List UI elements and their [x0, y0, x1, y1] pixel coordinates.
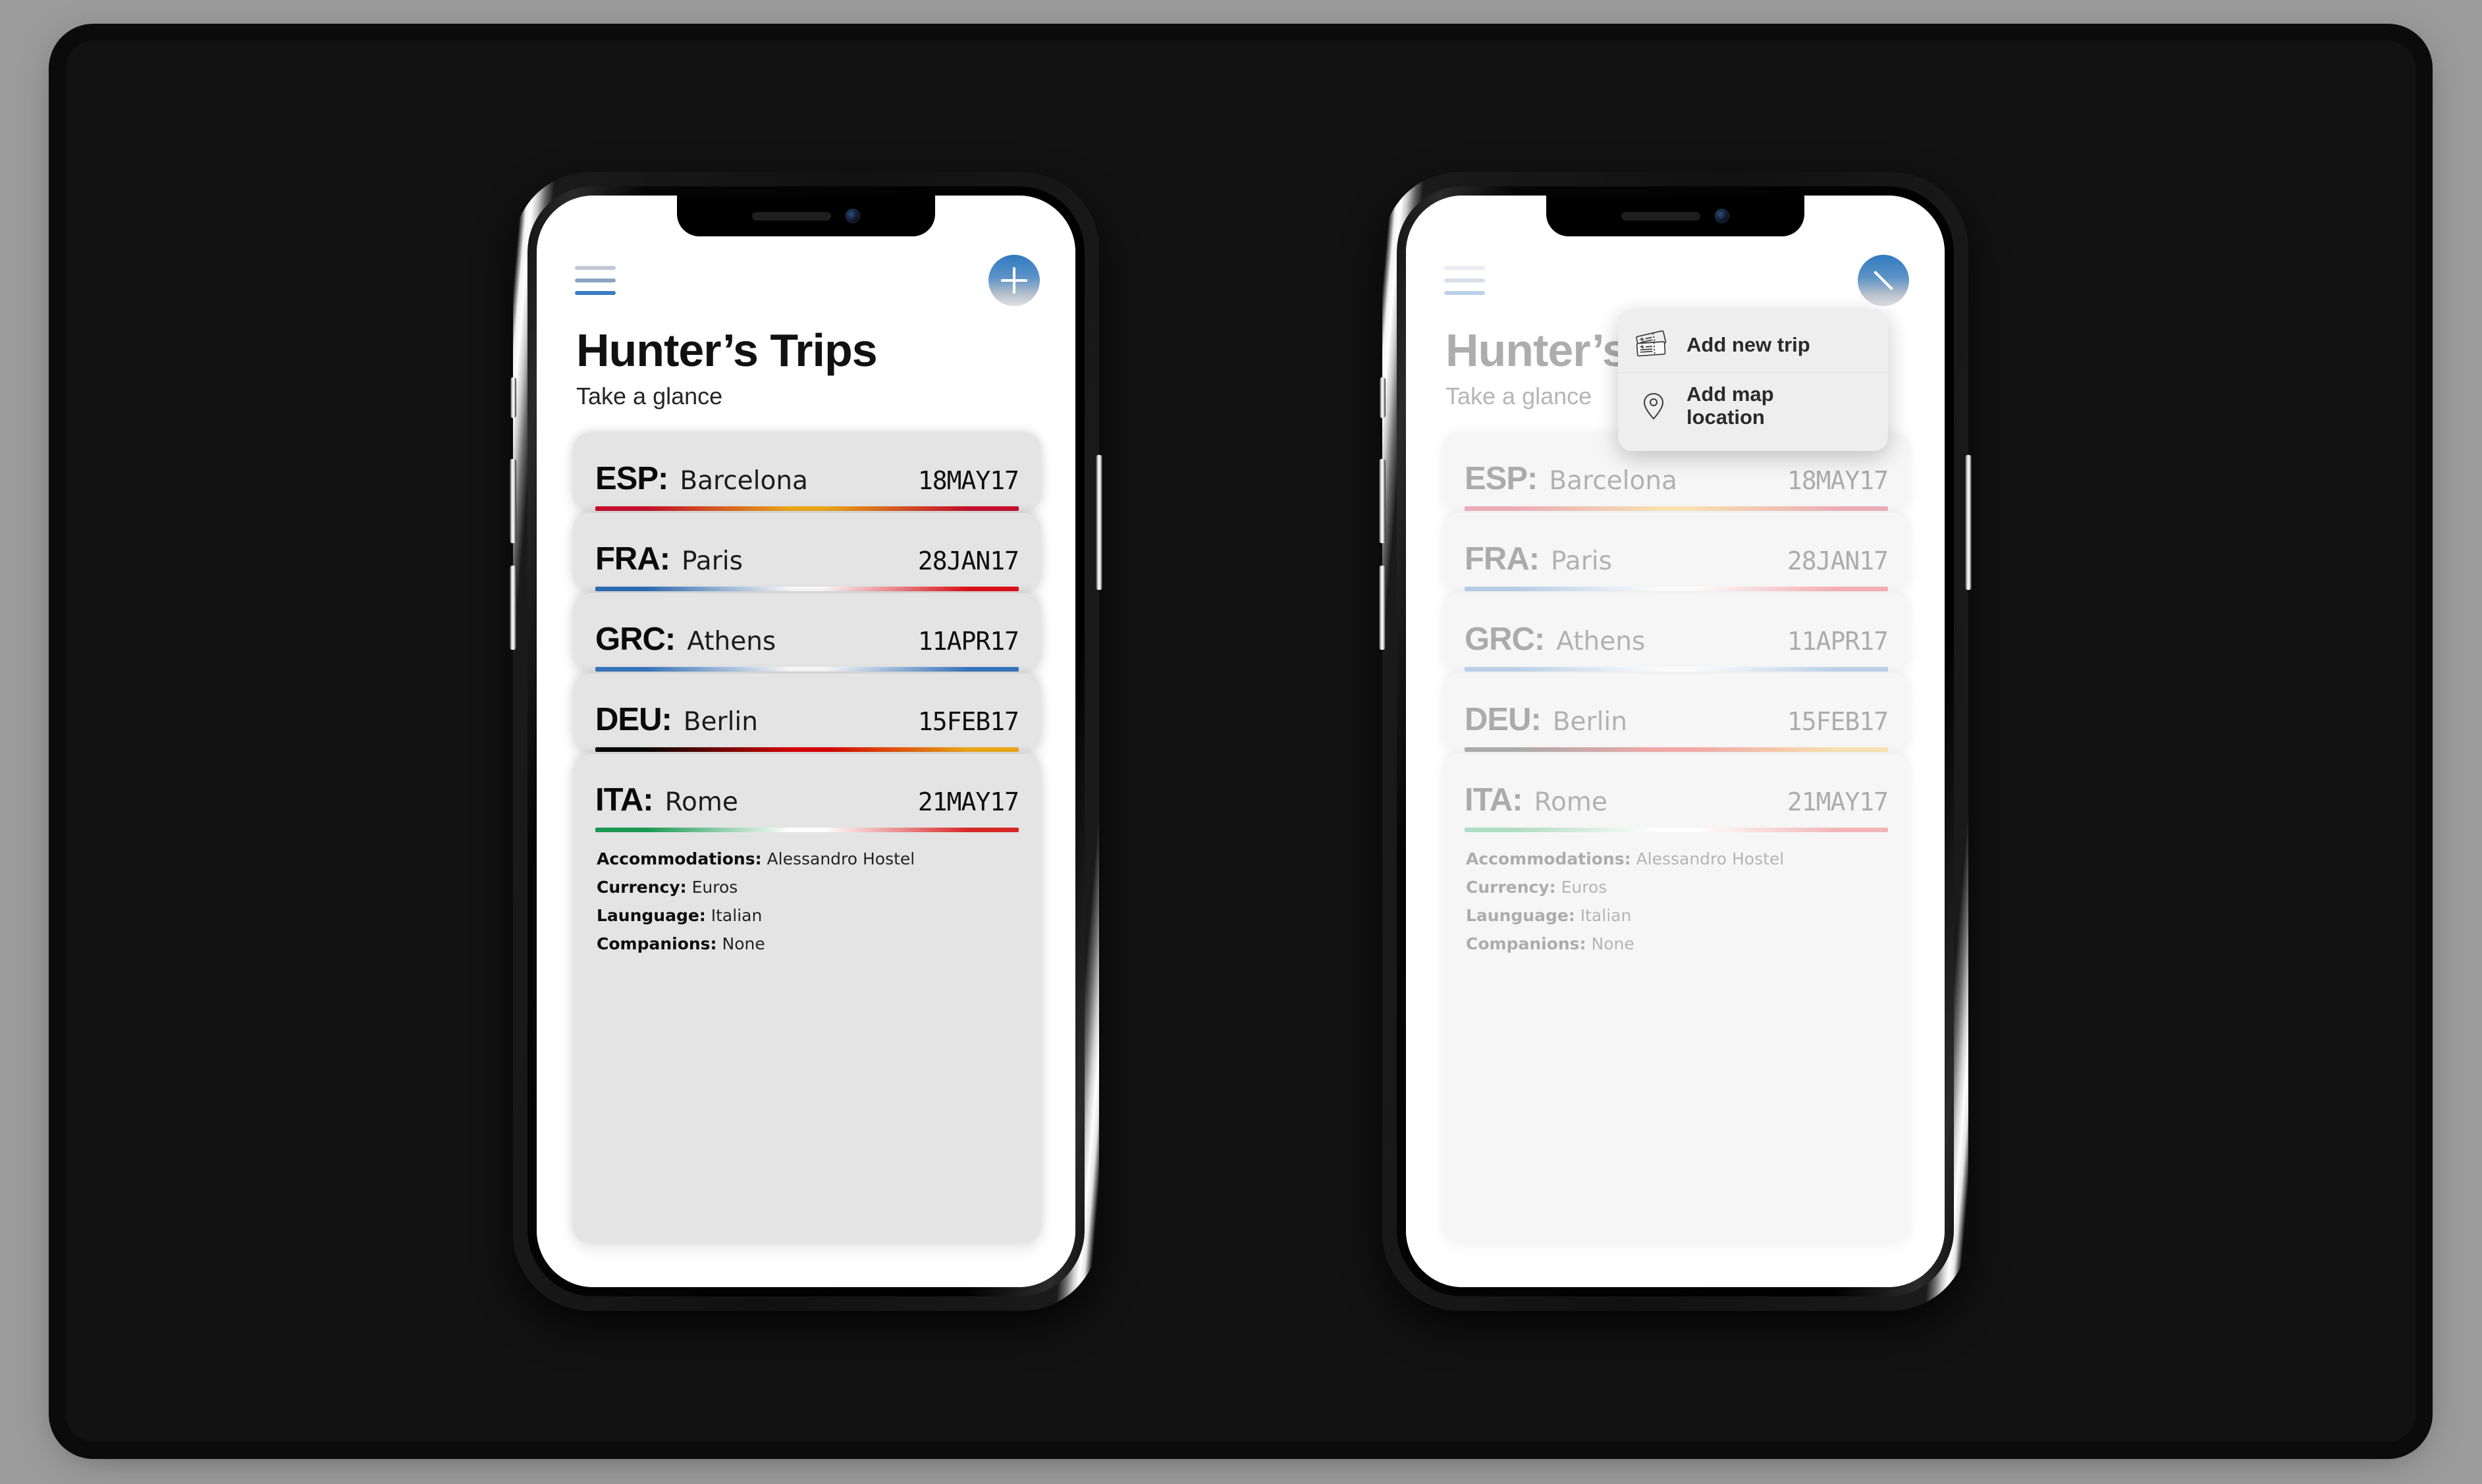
trip-detail-label: Currency:	[597, 878, 687, 897]
earpiece-speaker-icon	[1621, 211, 1700, 221]
hamburger-icon[interactable]	[575, 266, 616, 295]
app-topbar	[1444, 253, 1909, 307]
close-menu-button[interactable]	[1858, 255, 1909, 306]
trip-date: 21MAY17	[917, 787, 1019, 816]
trip-detail-row: Currency: Euros	[597, 878, 1017, 897]
phone-notch	[677, 196, 935, 236]
trip-country-code: GRC:	[595, 622, 676, 657]
silent-switch-button[interactable]	[510, 377, 516, 418]
trip-detail-label: Accommodations:	[597, 849, 762, 868]
trip-city: Rome	[664, 787, 738, 817]
trip-date: 11APR17	[917, 627, 1019, 656]
trip-date: 28JAN17	[917, 546, 1019, 575]
page-title: Hunter’s Trips	[576, 325, 878, 376]
add-trip-button[interactable]	[988, 255, 1040, 306]
trip-card[interactable]: ESP: Barcelona 18MAY17	[573, 433, 1041, 511]
trip-flag-bar	[595, 828, 1019, 832]
front-camera-icon	[846, 209, 860, 223]
plus-icon	[1001, 267, 1027, 294]
trip-card-header: GRC: Athens 11APR17	[595, 621, 1019, 658]
front-camera-icon	[1715, 209, 1729, 223]
trip-card-header: DEU: Berlin 15FEB17	[595, 701, 1019, 738]
hamburger-icon[interactable]	[1444, 266, 1485, 295]
trip-details: Accommodations: Alessandro Hostel Currenc…	[595, 832, 1019, 982]
tickets-icon	[1635, 329, 1672, 361]
trip-detail-value: Italian	[705, 906, 763, 925]
trip-flag-bar	[595, 506, 1019, 511]
trip-card-header: FRA: Paris 28JAN17	[595, 541, 1019, 577]
trip-flag-bar	[595, 747, 1019, 752]
trip-date: 15FEB17	[917, 707, 1019, 736]
trip-date: 18MAY17	[917, 466, 1019, 495]
silent-switch-button[interactable]	[1380, 377, 1386, 418]
trip-detail-label: Companions:	[597, 934, 717, 953]
volume-down-button[interactable]	[510, 566, 516, 650]
page-subtitle: Take a glance	[576, 383, 723, 410]
phone-left: Hunter’s Trips Take a glance ESP: Barcelo…	[510, 172, 1102, 1311]
earpiece-speaker-icon	[752, 211, 831, 221]
trip-flag-bar	[595, 587, 1019, 591]
trip-country-code: DEU:	[595, 702, 672, 737]
trip-country-code: FRA:	[595, 541, 670, 577]
volume-down-button[interactable]	[1379, 566, 1386, 650]
hamburger-bar-2	[1444, 278, 1485, 282]
menu-item-add-map-location[interactable]: Add map location	[1618, 372, 1888, 439]
page-title-block: Hunter’s Trips Take a glance	[576, 325, 878, 410]
stage-panel: Hunter’s Trips Take a glance ESP: Barcelo…	[66, 41, 2415, 1442]
trip-detail-row: Companions: None	[597, 934, 1017, 953]
trip-country-code: ITA:	[595, 782, 654, 818]
trip-city: Paris	[682, 546, 743, 576]
map-pin-icon	[1635, 390, 1672, 423]
trips-app-screen: Hunter’s Trips Take a glance ESP: Barcelo…	[537, 196, 1075, 1287]
trip-flag-bar	[595, 667, 1019, 672]
phone-notch	[1546, 196, 1804, 236]
trip-card-header: ESP: Barcelona 18MAY17	[595, 460, 1019, 497]
volume-up-button[interactable]	[1379, 459, 1386, 543]
close-icon	[1871, 268, 1896, 293]
trip-detail-row: Accommodations: Alessandro Hostel	[597, 849, 1017, 868]
trip-card-stack: ESP: Barcelona 18MAY17 FRA: Paris 28JAN17 GRC:…	[573, 433, 1041, 1242]
trip-country-code: ESP:	[595, 461, 668, 496]
hamburger-bar-1	[1444, 266, 1485, 270]
trip-detail-value: None	[716, 934, 765, 953]
trip-card[interactable]: DEU: Berlin 15FEB17	[573, 674, 1041, 752]
trip-city: Barcelona	[680, 466, 808, 496]
trip-card-header: ITA: Rome 21MAY17	[595, 782, 1019, 818]
menu-item-label: Add new trip	[1686, 332, 1810, 356]
trip-card[interactable]: GRC: Athens 11APR17	[573, 593, 1041, 672]
app-topbar	[575, 253, 1040, 307]
menu-item-add-new-trip[interactable]: Add new trip	[1618, 318, 1888, 372]
menu-item-label: Add map location	[1686, 383, 1774, 429]
trip-card[interactable]: FRA: Paris 28JAN17	[573, 513, 1041, 591]
trip-detail-value: Alessandro Hostel	[761, 849, 915, 868]
phone-right: Hunter’s Trips Take a glance ESP:Barcelo…	[1379, 172, 1972, 1311]
trip-detail-label: Launguage:	[597, 906, 706, 925]
power-button[interactable]	[1096, 455, 1102, 590]
hamburger-bar-3	[575, 291, 616, 295]
trip-detail-row: Launguage: Italian	[597, 906, 1017, 925]
hamburger-bar-1	[575, 266, 616, 270]
power-button[interactable]	[1965, 455, 1972, 590]
trip-card[interactable]: ITA: Rome 21MAY17 Accommodations: Alessandr…	[573, 754, 1041, 1242]
hamburger-bar-3	[1444, 291, 1485, 295]
phone-screen-right: Hunter’s Trips Take a glance ESP:Barcelo…	[1406, 196, 1945, 1287]
add-menu-popover: Add new trip Add map location	[1618, 309, 1888, 452]
phone-pair: Hunter’s Trips Take a glance ESP: Barcelo…	[66, 41, 2415, 1442]
trips-app-screen-menu-open: Hunter’s Trips Take a glance ESP:Barcelo…	[1406, 196, 1945, 1287]
trip-city: Berlin	[683, 707, 758, 737]
trip-city: Athens	[687, 627, 776, 656]
phone-screen-left: Hunter’s Trips Take a glance ESP: Barcelo…	[537, 196, 1075, 1287]
trip-detail-value: Euros	[686, 878, 738, 897]
volume-up-button[interactable]	[510, 459, 516, 543]
hamburger-bar-2	[575, 278, 616, 282]
